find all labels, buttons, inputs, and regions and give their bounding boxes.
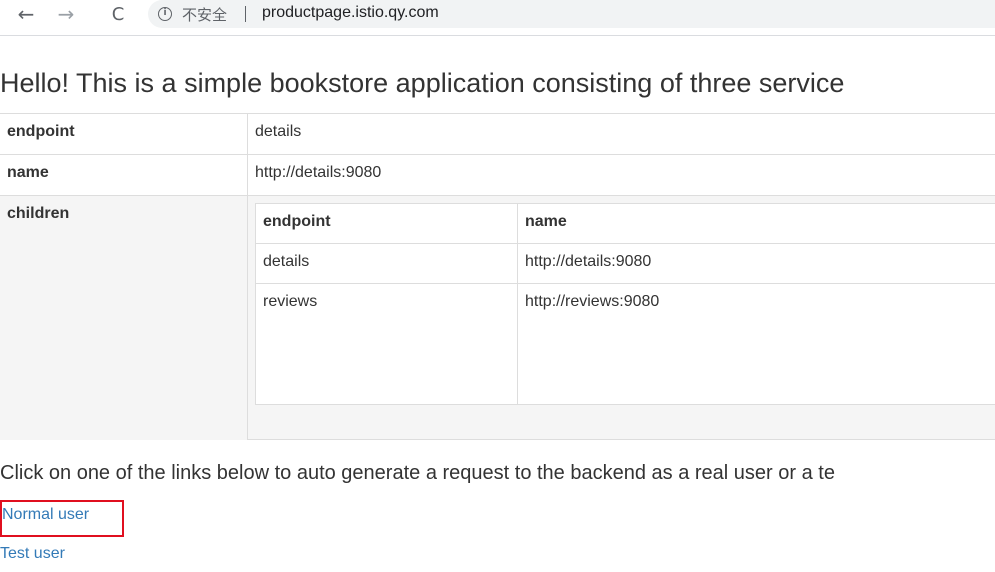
children-table: endpoint name details http://details:908… [255,203,995,405]
reload-icon[interactable]: C [106,0,130,28]
table-row: children endpoint name details http://de… [0,195,995,440]
forward-arrow-icon[interactable]: → [54,0,78,28]
instructions-text: Click on one of the links below to auto … [0,462,835,484]
row-value-name: http://details:9080 [247,154,995,196]
table-row: details http://details:9080 [255,243,995,284]
column-header-name: name [517,203,995,244]
normal-user-link[interactable]: Normal user [2,506,89,524]
table-row: endpoint details [0,113,995,155]
row-key-endpoint: endpoint [0,113,248,155]
url-text[interactable]: productpage.istio.qy.com [262,4,439,22]
address-bar[interactable]: i 不安全 productpage.istio.qy.com [148,0,995,28]
child-name-cell: http://reviews:9080 [517,283,995,405]
children-cell: endpoint name details http://details:908… [247,195,995,440]
row-key-name: name [0,154,248,196]
column-header-endpoint: endpoint [255,203,518,244]
table-row: name http://details:9080 [0,154,995,196]
security-label[interactable]: 不安全 [182,4,227,25]
children-header-row: endpoint name [255,203,995,244]
address-separator [245,6,246,22]
browser-toolbar: ← → C i 不安全 productpage.istio.qy.com [0,0,995,36]
details-table: endpoint details name http://details:908… [0,113,995,440]
page-title: Hello! This is a simple bookstore applic… [0,68,845,98]
back-arrow-icon[interactable]: ← [14,0,38,28]
info-icon[interactable]: i [158,7,172,21]
row-value-endpoint: details [247,113,995,155]
child-name-cell: http://details:9080 [517,243,995,284]
table-row: reviews http://reviews:9080 [255,283,995,405]
child-endpoint-cell: details [255,243,518,284]
child-endpoint-cell: reviews [255,283,518,405]
test-user-link[interactable]: Test user [0,545,65,563]
row-key-children: children [0,195,248,440]
